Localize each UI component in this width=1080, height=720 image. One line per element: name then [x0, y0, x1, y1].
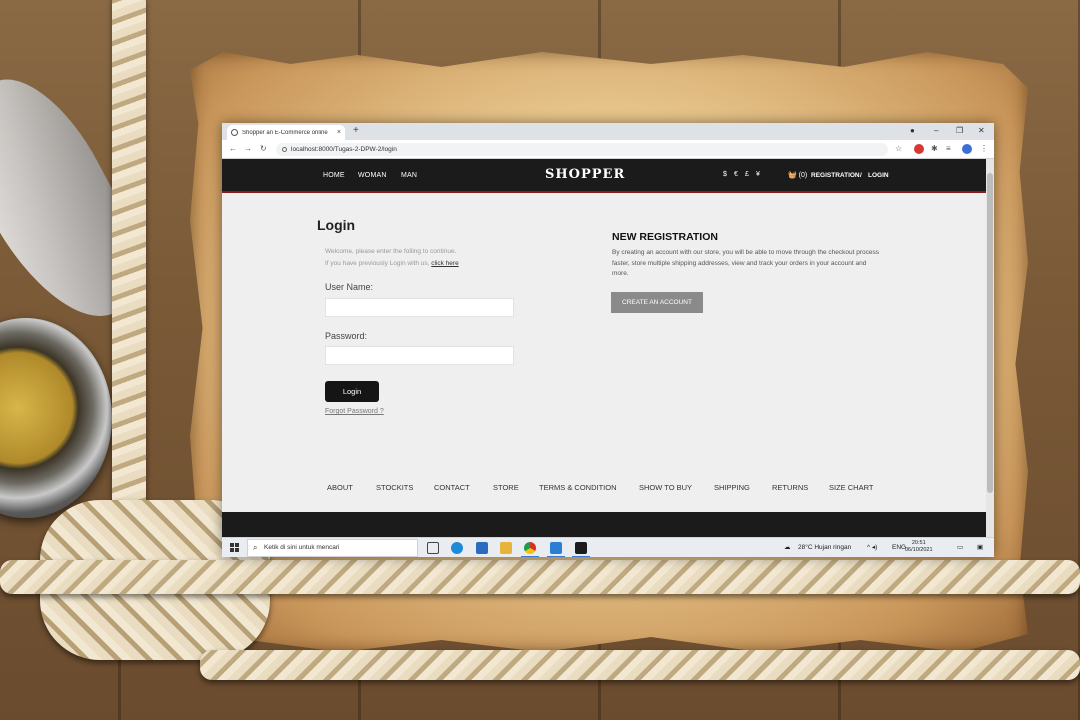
bookmark-star-icon[interactable]: ☆ [895, 143, 902, 155]
file-explorer-icon[interactable] [500, 542, 512, 554]
search-icon: ⌕ [253, 543, 258, 552]
terminal-icon[interactable] [572, 542, 590, 557]
mail-icon[interactable] [476, 542, 488, 554]
minimize-button[interactable]: – [934, 125, 938, 137]
footer-link-shipping[interactable]: SHIPPING [714, 483, 750, 492]
tray-icons[interactable]: ^ ◂) [867, 542, 877, 554]
welcome-line-2: If you have previously Login with us, [325, 260, 430, 267]
click-here-link[interactable]: click here [431, 260, 458, 267]
currency-pound[interactable]: £ [745, 171, 749, 178]
welcome-line-1: Welcome, please enter the folling to con… [325, 248, 457, 255]
login-link[interactable]: LOGIN [868, 172, 889, 179]
registration-title: NEW REGISTRATION [612, 231, 718, 243]
password-input[interactable] [325, 346, 514, 365]
password-label: Password: [325, 331, 368, 341]
web-page: HOME WOMAN MAN SHOPPER $ € £ ¥ 🧺 (0) REG… [222, 159, 986, 537]
footer-link-contact[interactable]: CONTACT [434, 483, 470, 492]
login-title: Login [317, 217, 356, 233]
forward-icon[interactable]: → [244, 143, 252, 155]
rope-image [0, 560, 1080, 594]
profile-avatar[interactable] [962, 144, 972, 154]
tab-title: Shopper an E-Commerce online [242, 129, 328, 136]
nav-home[interactable]: HOME [323, 172, 345, 179]
create-account-button[interactable]: CREATE AN ACCOUNT [611, 292, 703, 313]
reading-list-icon[interactable]: ≡ [946, 143, 951, 155]
cart-count: (0) [798, 172, 808, 179]
address-bar: ← → ↻ localhost:8000/Tugas-2-DPW-2/login… [222, 140, 994, 159]
url-text: localhost:8000/Tugas-2-DPW-2/login [291, 146, 397, 153]
scrollbar-thumb[interactable] [987, 173, 993, 493]
action-center-icon[interactable]: ▣ [977, 542, 983, 554]
registration-link[interactable]: REGISTRATION [811, 172, 860, 179]
currency-dollar[interactable]: $ [723, 171, 727, 178]
taskbar-search-placeholder: Ketik di sini untuk mencari [264, 544, 340, 551]
site-header: HOME WOMAN MAN SHOPPER $ € £ ¥ 🧺 (0) REG… [222, 159, 986, 193]
basket-icon: 🧺 [788, 172, 797, 179]
back-icon[interactable]: ← [229, 143, 237, 155]
nav-man[interactable]: MAN [401, 172, 417, 179]
registration-text: By creating an account with our store, y… [612, 249, 880, 277]
maximize-button[interactable]: ❐ [956, 125, 963, 137]
weather-icon[interactable]: ☁ [784, 542, 791, 554]
compass-image [0, 318, 112, 518]
windows-start-icon[interactable] [230, 543, 239, 552]
footer-link-show-to-buy[interactable]: SHOW TO BUY [639, 483, 692, 492]
clock[interactable]: 20:51 06/10/2021 [905, 540, 933, 554]
edge-icon[interactable] [451, 542, 463, 554]
vscode-icon[interactable] [547, 542, 565, 557]
nav-woman[interactable]: WOMAN [358, 172, 387, 179]
footer-link-size-chart[interactable]: SIZE CHART [829, 483, 873, 492]
cart-button[interactable]: 🧺 (0) [788, 171, 807, 179]
menu-icon[interactable]: ⋮ [980, 143, 988, 155]
url-input[interactable]: localhost:8000/Tugas-2-DPW-2/login [276, 143, 888, 156]
currency-euro[interactable]: € [734, 171, 738, 178]
chrome-icon[interactable] [521, 542, 539, 557]
footer-link-store[interactable]: STORE [493, 483, 519, 492]
footer-link-terms[interactable]: TERMS & CONDITION [539, 483, 617, 492]
extensions-icon[interactable]: ✱ [931, 143, 938, 155]
notification-icon[interactable]: ▭ [957, 542, 963, 554]
footer-link-stockits[interactable]: STOCKITS [376, 483, 413, 492]
language-indicator[interactable]: ENG [892, 542, 906, 554]
username-input[interactable] [325, 298, 514, 317]
login-button[interactable]: Login [325, 381, 379, 402]
task-view-icon[interactable] [427, 542, 439, 554]
auth-separator: / [860, 172, 862, 179]
page-scrollbar[interactable] [986, 159, 994, 537]
reload-icon[interactable]: ↻ [260, 143, 267, 155]
currency-yen[interactable]: ¥ [756, 171, 760, 178]
browser-window: Shopper an E-Commerce online × + ● – ❐ ✕… [222, 123, 994, 557]
forgot-password-link[interactable]: Forgot Password ? [325, 408, 384, 415]
info-icon[interactable] [282, 147, 287, 152]
rope-image [200, 650, 1080, 680]
tab-strip: Shopper an E-Commerce online × + ● – ❐ ✕ [222, 123, 994, 140]
site-logo[interactable]: SHOPPER [545, 167, 625, 182]
close-tab-icon[interactable]: × [337, 129, 341, 136]
welcome-text: Welcome, please enter the folling to con… [325, 246, 459, 270]
close-window-button[interactable]: ✕ [978, 125, 985, 137]
clock-date: 06/10/2021 [905, 547, 933, 553]
weather-text[interactable]: 28°C Hujan ringan [798, 542, 851, 554]
footer-link-returns[interactable]: RETURNS [772, 483, 808, 492]
adblock-extension-icon[interactable] [914, 144, 924, 154]
new-tab-button[interactable]: + [353, 125, 359, 137]
site-footer [222, 512, 986, 537]
taskbar: ⌕ Ketik di sini untuk mencari ☁ 28°C Huj… [222, 537, 994, 557]
globe-icon [231, 129, 238, 136]
username-label: User Name: [325, 282, 374, 292]
browser-tab[interactable]: Shopper an E-Commerce online × [227, 125, 345, 140]
clock-time: 20:51 [911, 540, 926, 546]
footer-link-about[interactable]: ABOUT [327, 483, 353, 492]
profile-icon[interactable]: ● [910, 125, 915, 137]
taskbar-search-input[interactable]: ⌕ Ketik di sini untuk mencari [247, 539, 418, 557]
